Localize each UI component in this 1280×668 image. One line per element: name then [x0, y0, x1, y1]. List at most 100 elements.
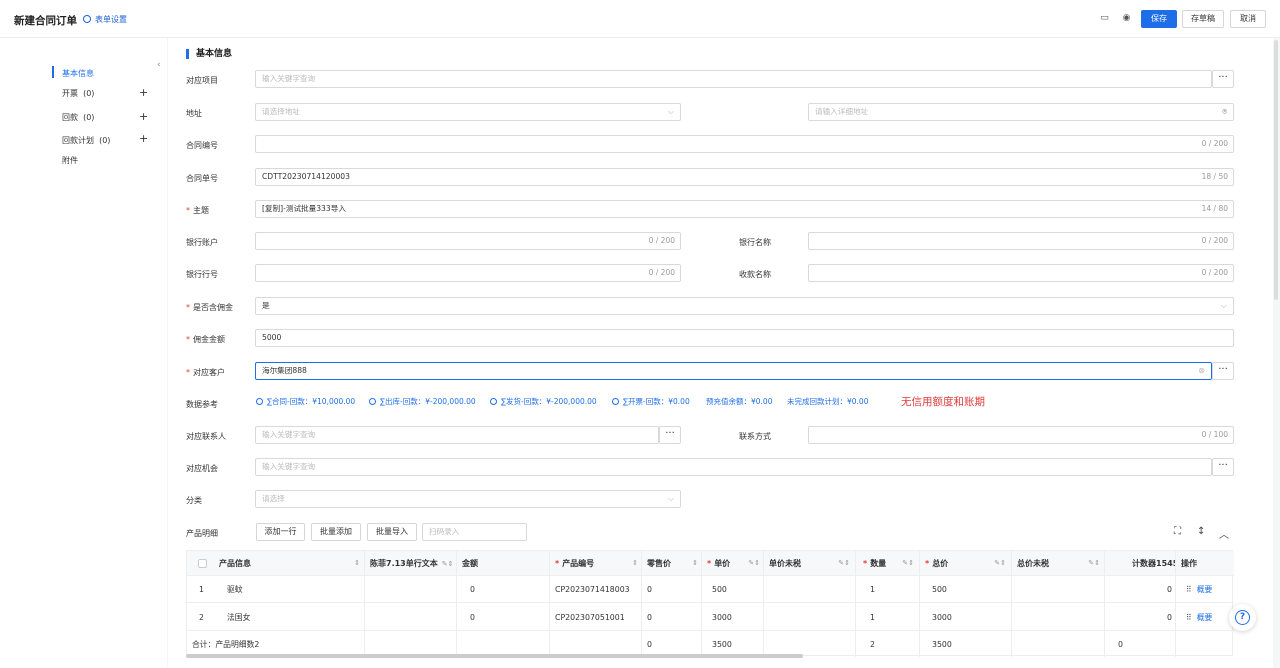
col-amount[interactable]: 金额	[457, 551, 549, 576]
bank-name-input[interactable]: 0 / 200	[808, 232, 1234, 250]
price-cell[interactable]: 3000	[707, 604, 762, 631]
scan-input[interactable]: 扫码录入	[422, 523, 527, 541]
amount-cell[interactable]: 0	[465, 576, 545, 603]
chevron-down-icon: ⌵	[667, 107, 674, 116]
edit-sort-icon[interactable]: ✎⇕	[838, 551, 850, 575]
data-ref-outbound[interactable]: ∑出库-回款：¥-200,000.00	[369, 396, 476, 407]
batch-add-button[interactable]: 批量添加	[311, 523, 361, 541]
preview-icon[interactable]: ◉	[1121, 13, 1132, 24]
batch-import-button[interactable]: 批量导入	[367, 523, 417, 541]
edit-sort-icon[interactable]: ✎⇕	[902, 551, 914, 575]
char-count: 0 / 200	[1201, 139, 1228, 148]
sidebar-item-attachment[interactable]: 附件	[62, 155, 78, 166]
address-label: 地址	[186, 109, 202, 118]
col-total[interactable]: * 总价 ✎⇕	[920, 551, 1010, 576]
product-name[interactable]: 法国女	[222, 604, 362, 631]
add-payment-plan-icon[interactable]: +	[139, 133, 148, 144]
data-ref-unfinished-plan: 未完成回款计划：¥0.00	[787, 397, 869, 406]
commission-flag-select[interactable]: 是 ⌵	[255, 297, 1234, 315]
customer-more-button[interactable]: ···	[1212, 362, 1234, 380]
save-button[interactable]: 保存	[1141, 10, 1177, 28]
col-price[interactable]: * 单价 ✎⇕	[702, 551, 764, 576]
address-select[interactable]: 请选择地址 ⌵	[255, 103, 681, 121]
qty-cell[interactable]: 1	[865, 576, 915, 603]
clear-icon[interactable]: ⊗	[1198, 363, 1205, 379]
address-detail-input[interactable]: 请输入详细地址 ⌾	[808, 103, 1234, 121]
category-select[interactable]: 请选择 ⌵	[255, 490, 681, 508]
price-cell[interactable]: 500	[707, 576, 762, 603]
col-title: 数量	[870, 559, 887, 568]
row-index: 1	[194, 576, 214, 603]
overview-link[interactable]: 概要	[1197, 613, 1213, 622]
opportunity-more-button[interactable]: ···	[1212, 458, 1234, 476]
contact-input[interactable]: 输入关键字查询	[255, 426, 659, 444]
edit-sort-icon[interactable]: ✎⇕	[994, 551, 1006, 575]
chevron-up-icon[interactable]: ︿	[1219, 526, 1229, 541]
address-select-placeholder: 请选择地址	[262, 107, 300, 116]
col-counter[interactable]: 计数器1545	[1127, 551, 1176, 576]
payee-name-input[interactable]: 0 / 200	[808, 264, 1234, 282]
save-draft-button[interactable]: 存草稿	[1182, 10, 1224, 28]
page-vertical-scrollbar[interactable]	[1274, 40, 1278, 300]
contact-method-input[interactable]: 0 / 100	[808, 426, 1234, 444]
project-more-button[interactable]: ···	[1212, 70, 1234, 88]
customer-label-text: 对应客户	[193, 368, 225, 377]
commission-amount-input[interactable]: 5000	[255, 329, 1234, 347]
order-no-input[interactable]: CDTT20230714120003 18 / 50	[255, 168, 1234, 186]
column-height-icon[interactable]: ↕	[1197, 526, 1205, 537]
edit-sort-icon[interactable]: ✎⇕	[748, 551, 760, 575]
product-name[interactable]: 驱蚊	[222, 576, 362, 603]
drag-handle-icon[interactable]: ⠿	[1186, 585, 1192, 594]
retail-cell: 0	[642, 576, 697, 603]
sidebar-item-payment[interactable]: 回款 (0)	[62, 112, 94, 123]
table-horizontal-scrollbar[interactable]	[186, 654, 803, 658]
qty-cell[interactable]: 1	[865, 604, 915, 631]
opportunity-input[interactable]: 输入关键字查询	[255, 458, 1212, 476]
subject-input[interactable]: [复制]-测试批量333导入 14 / 80	[255, 200, 1234, 218]
sidebar-item-payment-plan[interactable]: 回款计划 (0)	[62, 135, 110, 146]
edit-sort-icon[interactable]: ✎⇕	[1088, 551, 1100, 575]
location-pin-icon[interactable]: ⌾	[1222, 104, 1227, 120]
sidebar-item-invoice[interactable]: 开票 (0)	[62, 88, 94, 99]
col-product-code[interactable]: * 产品编号 ⇕	[550, 551, 642, 576]
commission-amount-label-text: 佣金金额	[193, 335, 225, 344]
total-cell[interactable]: 500	[927, 576, 1007, 603]
edit-sort-icon[interactable]: ✎⇕	[442, 560, 454, 568]
data-ref-invoice[interactable]: ∑开票-回款：¥0.00	[612, 396, 690, 407]
help-button[interactable]: ?	[1229, 604, 1256, 631]
sort-icon[interactable]: ⇕	[354, 551, 360, 575]
data-ref-contract[interactable]: ∑合同-回款：¥10,000.00	[256, 396, 355, 407]
col-total-untaxed[interactable]: 总价未税 ✎⇕	[1012, 551, 1104, 576]
sidebar-item-basic-info[interactable]: 基本信息	[62, 68, 94, 79]
bank-account-input[interactable]: 0 / 200	[255, 232, 681, 250]
cancel-button[interactable]: 取消	[1230, 10, 1266, 28]
product-table: 产品信息 ⇕ 陈菲7.13单行文本 ✎⇕ 金额 * 产品编号 ⇕ 零售价 ⇕ * 单价 ✎⇕ …	[186, 550, 1234, 657]
col-retail[interactable]: 零售价 ⇕	[642, 551, 702, 576]
col-qty[interactable]: * 数量 ✎⇕	[858, 551, 918, 576]
total-cell[interactable]: 3000	[927, 604, 1007, 631]
summary-counter: 0	[1118, 640, 1123, 649]
amount-cell[interactable]: 0	[465, 604, 545, 631]
col-text[interactable]: 陈菲7.13单行文本 ✎⇕	[365, 551, 457, 576]
overview-link[interactable]: 概要	[1197, 585, 1213, 594]
col-product-info[interactable]: 产品信息 ⇕	[214, 551, 364, 576]
fullscreen-icon[interactable]: ⛶	[1174, 526, 1181, 537]
customer-value: 海尔集团888	[262, 366, 307, 375]
contact-more-button[interactable]: ···	[659, 426, 681, 444]
monitor-icon[interactable]: ▭	[1099, 13, 1110, 24]
contract-no-input[interactable]: 0 / 200	[255, 135, 1234, 153]
add-row-button[interactable]: 添加一行	[256, 523, 305, 541]
data-ref-delivery[interactable]: ∑发货-回款：¥-200,000.00	[490, 396, 597, 407]
bank-code-input[interactable]: 0 / 200	[255, 264, 681, 282]
col-price-untaxed[interactable]: 单价未税 ✎⇕	[764, 551, 854, 576]
drag-handle-icon[interactable]: ⠿	[1186, 613, 1192, 622]
collapse-sidebar-icon[interactable]: ‹	[157, 60, 161, 70]
opportunity-label: 对应机会	[186, 464, 218, 473]
sort-icon[interactable]: ⇕	[632, 551, 638, 575]
project-input[interactable]: 输入关键字查询	[255, 70, 1212, 88]
form-settings-link[interactable]: 表单设置	[83, 14, 127, 25]
add-payment-icon[interactable]: +	[139, 111, 148, 122]
customer-input[interactable]: 海尔集团888 ⊗	[255, 362, 1212, 380]
add-invoice-icon[interactable]: +	[139, 87, 148, 98]
sort-icon[interactable]: ⇕	[692, 551, 698, 575]
